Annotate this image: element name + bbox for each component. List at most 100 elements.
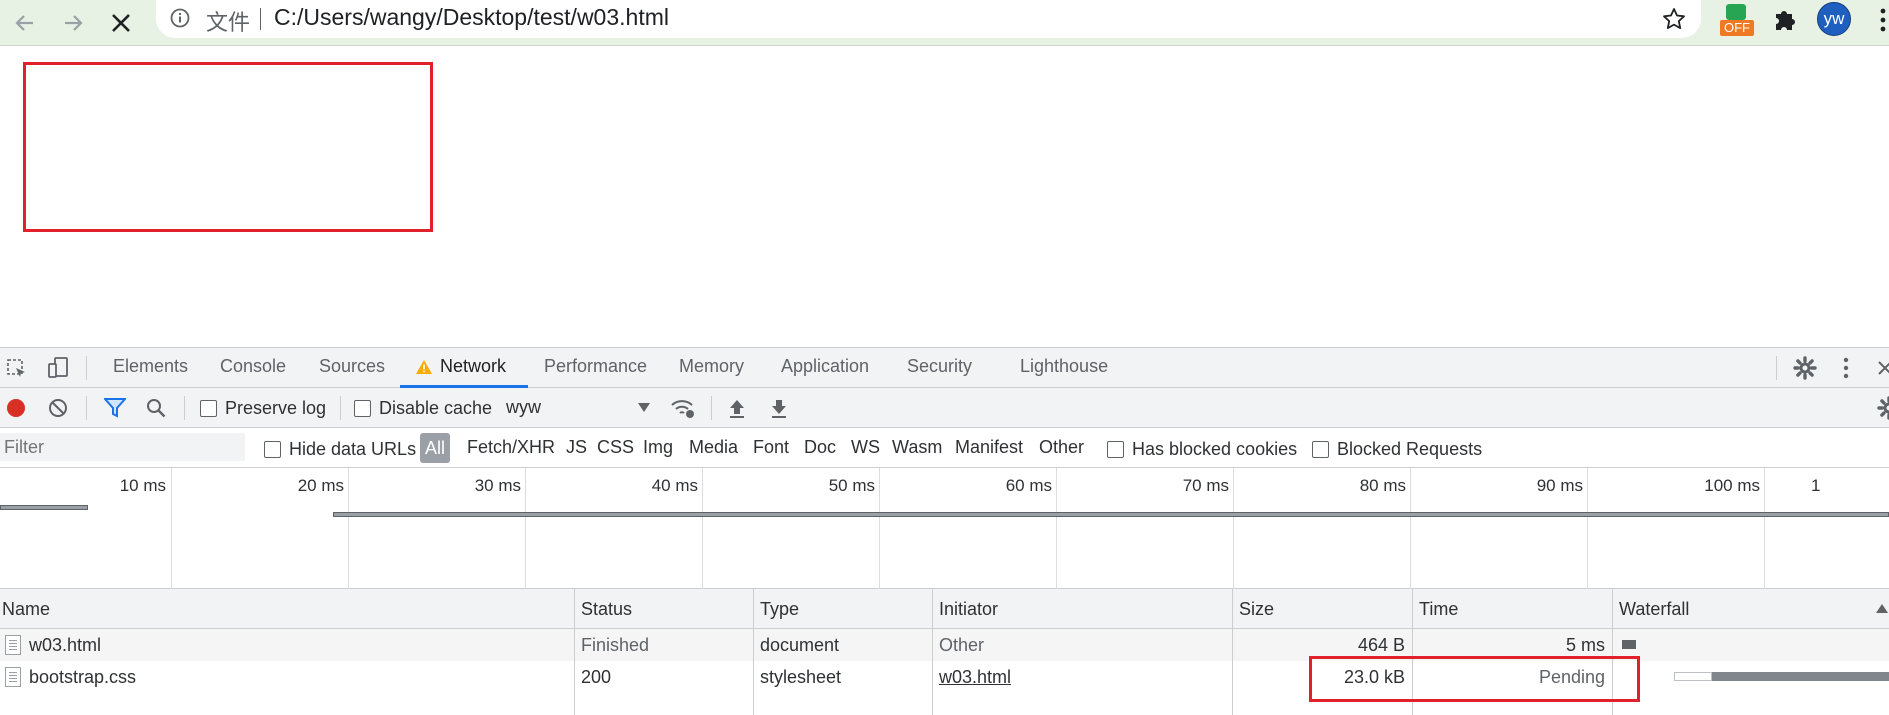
hide-data-urls-checkbox[interactable]: Hide data URLs: [264, 439, 416, 460]
export-har-icon[interactable]: [770, 397, 788, 419]
column-divider[interactable]: [574, 589, 575, 715]
tab-security[interactable]: Security: [907, 356, 972, 377]
timeline-tick-label: 30 ms: [474, 476, 521, 495]
cell-name[interactable]: w03.html: [29, 635, 101, 656]
filter-type-img[interactable]: Img: [643, 437, 673, 458]
checkbox-box[interactable]: [200, 400, 217, 417]
network-toolbar: Preserve log Disable cache wyw: [0, 388, 1889, 428]
column-divider[interactable]: [932, 589, 933, 715]
tab-console[interactable]: Console: [220, 356, 286, 377]
timeline-tick-label: 1: [1811, 476, 1821, 495]
waterfall-queued-bar: [1674, 672, 1712, 681]
overview-bar-w03: [0, 505, 88, 510]
timeline-gridline: [1764, 468, 1765, 589]
filter-type-all[interactable]: All: [420, 433, 451, 463]
waterfall-bar: [1622, 640, 1636, 649]
timeline-gridline: [525, 468, 526, 589]
url-scheme-label: 文件: [206, 10, 251, 35]
puzzle-icon[interactable]: [1770, 4, 1800, 34]
checkbox-box[interactable]: [1107, 441, 1124, 458]
column-header-waterfall[interactable]: Waterfall: [1619, 599, 1689, 620]
column-header-status[interactable]: Status: [581, 599, 632, 620]
network-settings-icon[interactable]: [1877, 396, 1889, 420]
filter-type-font[interactable]: Font: [753, 437, 789, 458]
back-button[interactable]: [8, 6, 42, 40]
extension-off-badge: OFF: [1720, 20, 1754, 36]
filter-type-manifest[interactable]: Manifest: [955, 437, 1023, 458]
bookmark-star-icon[interactable]: [1661, 6, 1687, 32]
warning-icon: [416, 360, 432, 374]
annotation-highlight-box: [1309, 656, 1640, 702]
network-overview-timeline[interactable]: 10 ms 20 ms 30 ms 40 ms 50 ms 60 ms 70 m…: [0, 468, 1889, 589]
checkbox-box[interactable]: [354, 400, 371, 417]
tab-memory[interactable]: Memory: [679, 356, 744, 377]
settings-gear-icon[interactable]: [1793, 356, 1817, 380]
cell-type: stylesheet: [760, 667, 842, 687]
record-icon[interactable]: [6, 398, 26, 418]
timeline-gridline: [1587, 468, 1588, 589]
address-bar[interactable]: 文件 C:/Users/wangy/Desktop/test/w03.html: [156, 0, 1701, 38]
tab-elements[interactable]: Elements: [113, 356, 188, 377]
tab-application[interactable]: Application: [781, 356, 869, 377]
overview-bar-bootstrap: [333, 512, 1889, 517]
filter-type-fetch-xhr[interactable]: Fetch/XHR: [467, 437, 555, 458]
close-devtools-icon[interactable]: [1877, 359, 1889, 377]
cell-time: 5 ms: [1565, 635, 1605, 655]
timeline-gridline: [1410, 468, 1411, 589]
column-divider[interactable]: [1232, 589, 1233, 715]
tab-sources[interactable]: Sources: [319, 356, 385, 377]
sort-up-icon[interactable]: [1876, 604, 1888, 614]
disable-cache-label: Disable cache: [379, 398, 493, 418]
cell-type: document: [760, 635, 840, 655]
import-har-icon[interactable]: [728, 397, 746, 419]
tab-performance[interactable]: Performance: [544, 356, 647, 377]
page-red-box: [23, 62, 433, 232]
column-header-size[interactable]: Size: [1239, 599, 1274, 620]
has-blocked-cookies-checkbox[interactable]: Has blocked cookies: [1107, 439, 1297, 460]
cell-initiator: Other: [939, 635, 985, 655]
filter-icon[interactable]: [104, 398, 126, 418]
filter-type-ws[interactable]: WS: [851, 437, 880, 458]
blocked-requests-checkbox[interactable]: Blocked Requests: [1312, 439, 1482, 460]
timeline-gridline: [1056, 468, 1057, 589]
more-vert-icon[interactable]: [1842, 356, 1850, 380]
device-toolbar-icon[interactable]: [46, 356, 70, 380]
document-icon: [5, 635, 21, 655]
timeline-tick-label: 10 ms: [119, 476, 166, 495]
search-icon[interactable]: [146, 398, 166, 418]
column-header-name[interactable]: Name: [2, 599, 50, 620]
forward-button[interactable]: [56, 6, 90, 40]
filter-type-wasm[interactable]: Wasm: [892, 437, 942, 458]
url-separator: [260, 8, 261, 30]
clear-icon[interactable]: [48, 398, 68, 418]
disable-cache-checkbox[interactable]: Disable cache: [354, 398, 492, 419]
tab-network[interactable]: Network: [440, 356, 506, 377]
column-divider[interactable]: [753, 589, 754, 715]
inspect-element-icon[interactable]: [6, 358, 28, 380]
filter-type-media[interactable]: Media: [689, 437, 738, 458]
column-header-time[interactable]: Time: [1419, 599, 1458, 620]
timeline-gridline: [348, 468, 349, 589]
filter-type-css[interactable]: CSS: [597, 437, 634, 458]
filter-input[interactable]: [0, 433, 245, 461]
url-text[interactable]: C:/Users/wangy/Desktop/test/w03.html: [274, 4, 669, 31]
preserve-log-checkbox[interactable]: Preserve log: [200, 398, 326, 419]
info-icon[interactable]: [170, 8, 190, 28]
cell-initiator-link[interactable]: w03.html: [939, 667, 1011, 688]
checkbox-box[interactable]: [264, 441, 281, 458]
network-conditions-icon[interactable]: [670, 396, 696, 420]
extension-off-button[interactable]: OFF: [1718, 2, 1754, 38]
filter-type-js[interactable]: JS: [566, 437, 587, 458]
cell-size: 464 B: [1357, 635, 1405, 655]
filter-type-doc[interactable]: Doc: [804, 437, 836, 458]
stop-loading-button[interactable]: [104, 6, 138, 40]
checkbox-box[interactable]: [1312, 441, 1329, 458]
column-header-initiator[interactable]: Initiator: [939, 599, 998, 620]
column-header-type[interactable]: Type: [760, 599, 799, 620]
more-vert-icon[interactable]: [1878, 6, 1889, 34]
profile-avatar[interactable]: yw: [1817, 2, 1851, 36]
tab-lighthouse[interactable]: Lighthouse: [1020, 356, 1108, 377]
cell-name[interactable]: bootstrap.css: [29, 667, 136, 688]
throttling-select[interactable]: wyw: [506, 397, 652, 418]
filter-type-other[interactable]: Other: [1039, 437, 1084, 458]
